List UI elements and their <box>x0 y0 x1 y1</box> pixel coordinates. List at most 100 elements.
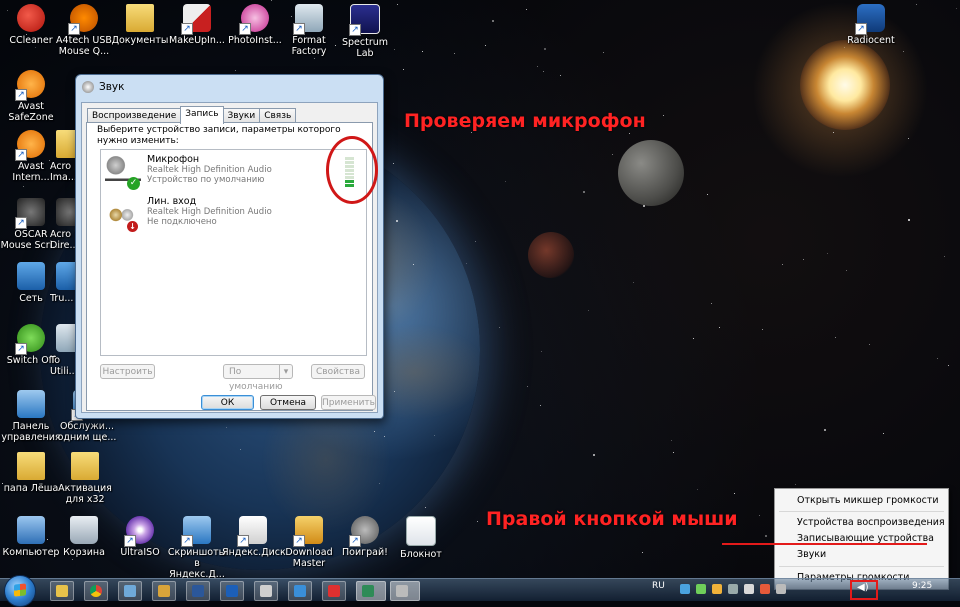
taskbar: RU ◀) 9:25 <box>0 575 960 607</box>
tray-icon[interactable] <box>728 584 738 594</box>
star <box>397 4 398 5</box>
ok-button[interactable]: ОК <box>201 395 254 410</box>
desktop-icon-control-panel[interactable]: Панель управления <box>0 390 62 443</box>
star <box>782 264 783 265</box>
star <box>527 386 528 387</box>
desktop-icon-download-master[interactable]: Download Master <box>278 516 340 569</box>
desktop-icon-label: Tru... <box>50 293 74 304</box>
star <box>937 358 938 359</box>
tray-icon[interactable] <box>744 584 754 594</box>
star <box>612 154 613 155</box>
desktop-icon-spectrum-lab[interactable]: Spectrum Lab <box>334 4 396 59</box>
taskbar-app[interactable] <box>118 581 142 601</box>
tab-sounds[interactable]: Звуки <box>222 108 261 123</box>
desktop-icon-label: Avast Intern... <box>12 161 50 183</box>
speaker-icon <box>82 81 94 93</box>
taskbar-app[interactable] <box>254 581 278 601</box>
tray-icon[interactable] <box>760 584 770 594</box>
desktop-icon-yandex-screenshots[interactable]: Скриншоты в Яндекс.Д... <box>166 516 228 580</box>
desktop-icon-label: To Utili... <box>50 355 78 377</box>
taskbar-yandex[interactable] <box>322 581 346 601</box>
set-default-label: По умолчанию <box>229 367 283 392</box>
properties-button[interactable]: Свойства <box>311 364 365 379</box>
desktop-icon-label: Radiocent <box>847 35 895 46</box>
tab-communications[interactable]: Связь <box>259 108 297 123</box>
star <box>824 429 826 431</box>
device-name: Лин. вход <box>147 196 197 207</box>
desktop-icon-label: Acro Ima... <box>50 161 77 183</box>
device-microphone[interactable]: ✓ Микрофон Realtek High Definition Audio… <box>105 152 360 192</box>
desktop-icon-activation[interactable]: Активация для x32 <box>54 452 116 505</box>
device-line-in[interactable]: ↓ Лин. вход Realtek High Definition Audi… <box>105 194 360 234</box>
tray-icon[interactable] <box>680 584 690 594</box>
star <box>541 351 542 352</box>
taskbar-word[interactable] <box>186 581 210 601</box>
desktop-icon-format-factory[interactable]: Format Factory <box>278 4 340 57</box>
makeup-app-icon <box>181 4 211 35</box>
desktop-icon-avast-safezone[interactable]: Avast SafeZone <box>0 70 62 123</box>
start-button[interactable] <box>4 575 36 607</box>
desktop-icon-label: Switch Off <box>6 355 56 366</box>
taskbar-app[interactable] <box>152 581 176 601</box>
desktop-icon-radiocent[interactable]: Radiocent <box>840 4 902 46</box>
star <box>544 48 546 50</box>
tab-recording[interactable]: Запись <box>180 106 224 124</box>
moon <box>618 140 684 206</box>
star <box>583 191 585 193</box>
tray-icon[interactable] <box>712 584 722 594</box>
desktop-icon-recycle-bin[interactable]: Корзина <box>53 516 115 558</box>
desktop-icon-a4tech[interactable]: A4tech USB Mouse Q... <box>53 4 115 57</box>
desktop-icon-photoinst[interactable]: PhotoInst... <box>224 4 286 46</box>
dialog-titlebar[interactable]: Звук <box>76 75 383 99</box>
desktop-icon-documents[interactable]: Документы <box>109 4 171 46</box>
taskbar-sound-dialog[interactable] <box>390 581 420 601</box>
folder-icon <box>126 4 154 32</box>
tab-playback[interactable]: Воспроизведение <box>87 108 182 123</box>
star <box>803 259 804 260</box>
star <box>765 535 767 537</box>
star <box>707 194 708 195</box>
star <box>454 53 455 54</box>
taskbar-app[interactable] <box>356 581 386 601</box>
star <box>671 440 672 441</box>
star <box>762 329 763 330</box>
cancel-button[interactable]: Отмена <box>260 395 316 410</box>
desktop-icon-label: CCleaner <box>9 35 53 46</box>
desktop-icon-folder-papa[interactable]: папа Лёша <box>0 452 62 494</box>
desktop-icon-ultraiso[interactable]: UltraISO <box>109 516 171 558</box>
clock-time[interactable]: 9:25 <box>912 581 932 591</box>
desktop-icon-notepad[interactable]: Блокнот <box>390 516 452 560</box>
taskbar-app[interactable] <box>288 581 312 601</box>
star <box>844 47 845 48</box>
ccleaner-icon <box>17 4 45 32</box>
star <box>485 45 486 46</box>
language-indicator[interactable]: RU <box>652 581 665 591</box>
apply-button[interactable]: Применить <box>321 395 376 410</box>
star <box>673 452 674 453</box>
taskbar-chrome[interactable] <box>84 581 108 601</box>
star <box>633 282 634 283</box>
tray-icon[interactable] <box>696 584 706 594</box>
taskbar-app[interactable] <box>220 581 244 601</box>
menu-item-playback-devices[interactable]: Устройства воспроизведения <box>797 517 945 528</box>
configure-button[interactable]: Настроить <box>100 364 155 379</box>
desktop-icon-label: Обслужи... одним щe... <box>57 421 117 443</box>
taskbar-explorer[interactable] <box>50 581 74 601</box>
star <box>477 521 478 522</box>
star <box>471 132 472 133</box>
device-name: Микрофон <box>147 154 200 165</box>
desktop-icon-games[interactable]: Поиграй! <box>334 516 396 558</box>
speaker-volume-icon[interactable]: ◀) <box>857 582 869 593</box>
chevron-down-icon[interactable]: ▾ <box>279 365 292 380</box>
desktop-icon-label: Компьютер <box>2 547 60 558</box>
desktop-icon-yandex-disk[interactable]: Яндекс.Диск <box>222 516 286 558</box>
tray-icon[interactable] <box>776 584 786 594</box>
menu-item-sounds[interactable]: Звуки <box>797 549 826 560</box>
star <box>846 270 847 271</box>
device-driver: Realtek High Definition Audio <box>147 207 272 217</box>
desktop-icon-makeup[interactable]: MakeUpIn... <box>166 4 228 46</box>
menu-item-open-mixer[interactable]: Открыть микшер громкости <box>797 495 939 506</box>
photo-app-icon <box>239 4 269 35</box>
desktop-icon-label: A4tech USB Mouse Q... <box>56 35 112 57</box>
set-default-button[interactable]: По умолчанию ▾ <box>223 364 293 392</box>
